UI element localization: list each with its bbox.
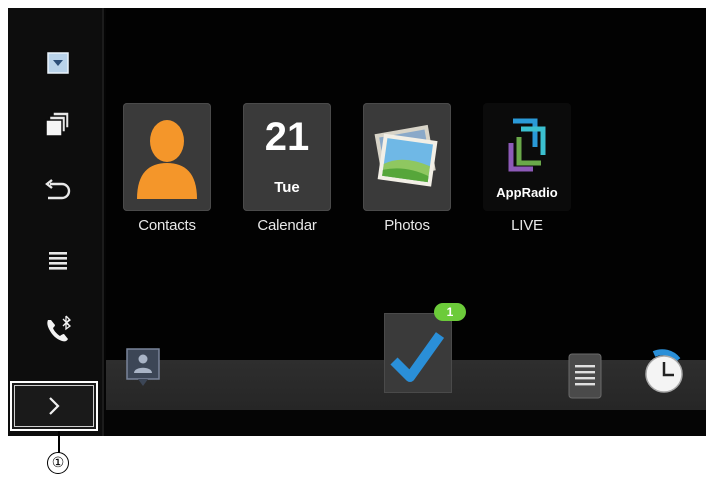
multitask-icon bbox=[45, 111, 70, 137]
clock-icon bbox=[645, 349, 683, 393]
multitask-button[interactable] bbox=[38, 104, 78, 144]
photos-icon bbox=[374, 124, 438, 187]
sidebar bbox=[8, 8, 104, 436]
callout-number: ① bbox=[47, 452, 69, 474]
app-label-appradio: LIVE bbox=[511, 217, 543, 234]
callout-line bbox=[58, 431, 60, 453]
appradio-tile-text: AppRadio bbox=[496, 185, 558, 200]
dropdown-button[interactable] bbox=[38, 43, 78, 83]
contact-card-button[interactable] bbox=[126, 348, 160, 388]
calendar-tile: 21 Tue bbox=[243, 103, 331, 211]
phone-button[interactable] bbox=[38, 310, 78, 350]
app-contacts[interactable]: Contacts bbox=[119, 103, 215, 234]
menu-icon bbox=[49, 252, 67, 270]
back-icon bbox=[45, 179, 71, 200]
contacts-icon bbox=[137, 120, 197, 199]
contacts-tile bbox=[123, 103, 211, 211]
dock-shadow bbox=[106, 410, 706, 436]
clock-button[interactable] bbox=[638, 344, 686, 396]
calendar-weekday: Tue bbox=[274, 179, 300, 196]
dropdown-icon bbox=[47, 52, 69, 74]
app-calendar[interactable]: 21 Tue Calendar bbox=[239, 103, 335, 234]
calendar-icon: 21 Tue bbox=[243, 103, 331, 211]
chevron-right-icon bbox=[49, 397, 60, 415]
notes-icon bbox=[568, 353, 602, 399]
appradio-tile: AppRadio bbox=[483, 103, 571, 211]
menu-button[interactable] bbox=[38, 240, 78, 280]
bluetooth-phone-icon bbox=[47, 315, 72, 342]
expand-sidebar-button[interactable] bbox=[10, 381, 98, 431]
contact-card-icon bbox=[126, 348, 160, 386]
task-check-icon bbox=[390, 332, 445, 382]
home-screen: Contacts 21 Tue Calendar Photos AppRadio… bbox=[106, 8, 706, 436]
calendar-day: 21 bbox=[264, 115, 310, 159]
photos-tile bbox=[363, 103, 451, 211]
app-label-calendar: Calendar bbox=[257, 217, 317, 234]
app-label-contacts: Contacts bbox=[138, 217, 196, 234]
notification-badge: 1 bbox=[434, 303, 466, 321]
task-check-button[interactable]: 1 bbox=[384, 303, 466, 393]
notes-button[interactable] bbox=[568, 353, 602, 399]
app-appradio-live[interactable]: AppRadio LIVE bbox=[479, 103, 575, 234]
head-unit-screen: Contacts 21 Tue Calendar Photos AppRadio… bbox=[8, 8, 706, 436]
back-button[interactable] bbox=[38, 171, 78, 211]
app-photos[interactable]: Photos bbox=[359, 103, 455, 234]
app-label-photos: Photos bbox=[384, 217, 430, 234]
